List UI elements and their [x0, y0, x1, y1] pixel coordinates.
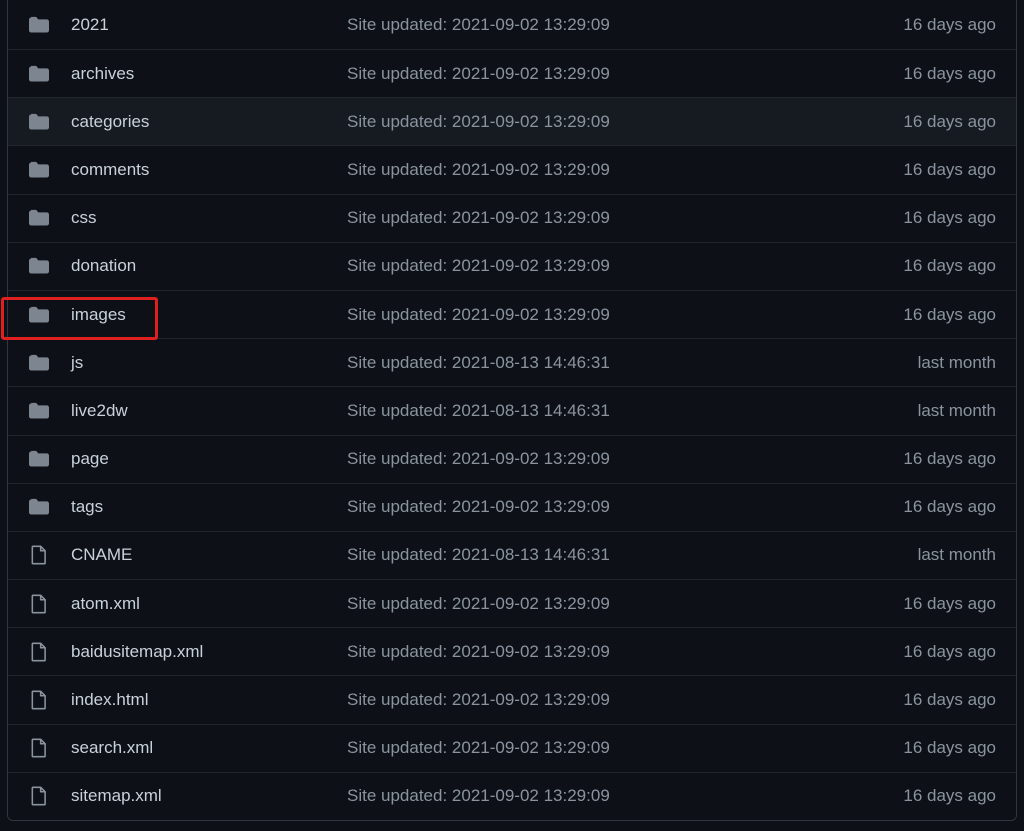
- file-row-images[interactable]: images Site updated: 2021-09-02 13:29:09 1…: [8, 289, 1016, 339]
- file-row-comments[interactable]: comments Site updated: 2021-09-02 13:29:0…: [8, 145, 1016, 194]
- file-row-donation[interactable]: donation Site updated: 2021-09-02 13:29:0…: [8, 241, 1016, 290]
- commit-message-link[interactable]: Site updated: 2021-09-02 13:29:09: [347, 208, 610, 228]
- commit-message-link[interactable]: Site updated: 2021-09-02 13:29:09: [347, 786, 610, 806]
- file-row-live2dw[interactable]: live2dw Site updated: 2021-08-13 14:46:31…: [8, 386, 1016, 435]
- folder-icon: [28, 400, 50, 422]
- commit-message-link[interactable]: Site updated: 2021-09-02 13:29:09: [347, 690, 610, 710]
- folder-icon: [28, 496, 50, 518]
- file-row-page[interactable]: page Site updated: 2021-09-02 13:29:09 16 …: [8, 434, 1016, 483]
- commit-age: 16 days ago: [903, 786, 996, 806]
- commit-message-link[interactable]: Site updated: 2021-08-13 14:46:31: [347, 353, 610, 373]
- file-list: 2021 Site updated: 2021-09-02 13:29:09 16 …: [7, 0, 1017, 821]
- commit-message-link[interactable]: Site updated: 2021-08-13 14:46:31: [347, 401, 610, 421]
- commit-age: 16 days ago: [903, 111, 996, 131]
- commit-age: 16 days ago: [903, 159, 996, 179]
- commit-age: 16 days ago: [903, 304, 996, 324]
- commit-age: 16 days ago: [903, 690, 996, 710]
- file-icon: [28, 785, 50, 807]
- file-row-tags[interactable]: tags Site updated: 2021-09-02 13:29:09 16 …: [8, 482, 1016, 531]
- file-row-atom-xml[interactable]: atom.xml Site updated: 2021-09-02 13:29:0…: [8, 579, 1016, 628]
- commit-message-link[interactable]: Site updated: 2021-08-13 14:46:31: [347, 545, 610, 565]
- file-name-link[interactable]: live2dw: [71, 401, 128, 421]
- commit-age: 16 days ago: [903, 15, 996, 34]
- commit-age: 16 days ago: [903, 641, 996, 661]
- file-name-link[interactable]: categories: [71, 112, 149, 132]
- commit-age: last month: [917, 545, 996, 565]
- file-name-link[interactable]: CNAME: [71, 545, 132, 565]
- file-name-link[interactable]: js: [71, 353, 83, 373]
- commit-message-link[interactable]: Site updated: 2021-09-02 13:29:09: [347, 642, 610, 662]
- file-name-link[interactable]: archives: [71, 64, 134, 84]
- file-row-baidusitemap-xml[interactable]: baidusitemap.xml Site updated: 2021-09-02…: [8, 627, 1016, 676]
- folder-icon: [28, 111, 50, 133]
- file-row-cname[interactable]: CNAME Site updated: 2021-08-13 14:46:31 la…: [8, 530, 1016, 580]
- commit-age: 16 days ago: [903, 63, 996, 83]
- commit-message-link[interactable]: Site updated: 2021-09-02 13:29:09: [347, 112, 610, 132]
- file-row-sitemap-xml[interactable]: sitemap.xml Site updated: 2021-09-02 13:2…: [8, 771, 1016, 820]
- file-row-search-xml[interactable]: search.xml Site updated: 2021-09-02 13:29…: [8, 723, 1016, 772]
- file-name-link[interactable]: search.xml: [71, 738, 153, 758]
- folder-icon: [28, 352, 50, 374]
- commit-message-link[interactable]: Site updated: 2021-09-02 13:29:09: [347, 738, 610, 758]
- file-name-link[interactable]: page: [71, 449, 109, 469]
- file-row-archives[interactable]: archives Site updated: 2021-09-02 13:29:0…: [8, 49, 1016, 98]
- commit-message-link[interactable]: Site updated: 2021-09-02 13:29:09: [347, 449, 610, 469]
- commit-age: last month: [917, 400, 996, 420]
- file-icon: [28, 593, 50, 615]
- file-icon: [28, 689, 50, 711]
- file-name-link[interactable]: donation: [71, 256, 136, 276]
- file-row-index-html[interactable]: index.html Site updated: 2021-09-02 13:29…: [8, 675, 1016, 724]
- commit-message-link[interactable]: Site updated: 2021-09-02 13:29:09: [347, 15, 610, 35]
- commit-message-link[interactable]: Site updated: 2021-09-02 13:29:09: [347, 256, 610, 276]
- commit-message-link[interactable]: Site updated: 2021-09-02 13:29:09: [347, 497, 610, 517]
- file-row-css[interactable]: css Site updated: 2021-09-02 13:29:09 16 d…: [8, 193, 1016, 242]
- file-name-link[interactable]: sitemap.xml: [71, 786, 162, 806]
- folder-icon: [28, 14, 50, 36]
- file-row-categories[interactable]: categories Site updated: 2021-09-02 13:29…: [8, 97, 1016, 146]
- file-row-js[interactable]: js Site updated: 2021-08-13 14:46:31 last …: [8, 338, 1016, 387]
- file-name-link[interactable]: tags: [71, 497, 103, 517]
- file-name-link[interactable]: comments: [71, 160, 149, 180]
- commit-message-link[interactable]: Site updated: 2021-09-02 13:29:09: [347, 594, 610, 614]
- commit-age: 16 days ago: [903, 208, 996, 228]
- file-name-link[interactable]: images: [71, 305, 126, 325]
- file-icon: [28, 544, 50, 566]
- commit-age: 16 days ago: [903, 593, 996, 613]
- file-name-link[interactable]: 2021: [71, 15, 109, 35]
- file-row-2021[interactable]: 2021 Site updated: 2021-09-02 13:29:09 16 …: [8, 0, 1016, 49]
- file-name-link[interactable]: index.html: [71, 690, 148, 710]
- folder-icon: [28, 448, 50, 470]
- commit-age: 16 days ago: [903, 449, 996, 469]
- commit-message-link[interactable]: Site updated: 2021-09-02 13:29:09: [347, 305, 610, 325]
- folder-icon: [28, 63, 50, 85]
- file-icon: [28, 737, 50, 759]
- folder-icon: [28, 255, 50, 277]
- commit-age: 16 days ago: [903, 256, 996, 276]
- commit-message-link[interactable]: Site updated: 2021-09-02 13:29:09: [347, 160, 610, 180]
- commit-message-link[interactable]: Site updated: 2021-09-02 13:29:09: [347, 64, 610, 84]
- folder-icon: [28, 159, 50, 181]
- file-name-link[interactable]: atom.xml: [71, 594, 140, 614]
- file-icon: [28, 641, 50, 663]
- commit-age: last month: [917, 352, 996, 372]
- file-name-link[interactable]: css: [71, 208, 97, 228]
- commit-age: 16 days ago: [903, 497, 996, 517]
- commit-age: 16 days ago: [903, 738, 996, 758]
- file-name-link[interactable]: baidusitemap.xml: [71, 642, 203, 662]
- folder-icon: [28, 207, 50, 229]
- folder-icon: [28, 304, 50, 326]
